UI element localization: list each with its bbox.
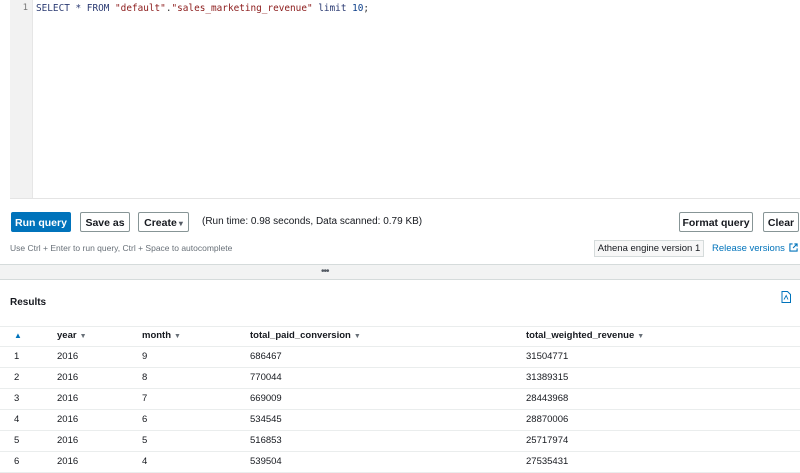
column-header-total-paid-conversion[interactable]: total_paid_conversion ▼: [250, 327, 361, 347]
row-index: 5: [14, 435, 20, 446]
cell-month: 7: [142, 393, 148, 404]
table-row: 5 2016 5 516853 25717974: [0, 431, 800, 452]
cell-month: 8: [142, 372, 148, 383]
cell-total-paid-conversion: 669009: [250, 393, 282, 404]
table-row: 6 2016 4 539504 27535431: [0, 452, 800, 473]
cell-year: 2016: [57, 456, 79, 467]
code-database: "default": [115, 3, 166, 14]
results-heading: Results: [10, 297, 47, 308]
sort-down-icon: ▼: [353, 333, 361, 340]
cell-total-paid-conversion: 770044: [250, 372, 282, 383]
row-index: 1: [14, 351, 20, 362]
table-row: 2 2016 8 770044 31389315: [0, 368, 800, 389]
column-header-label: month: [142, 330, 172, 341]
code-limit: limit: [312, 3, 353, 14]
cell-month: 6: [142, 414, 148, 425]
cell-total-weighted-revenue: 27535431: [526, 456, 569, 467]
table-header-row: ▲ year ▼ month ▼ total_paid_conversion ▼ to…: [0, 327, 800, 347]
row-index: 3: [14, 393, 20, 404]
query-text[interactable]: SELECT * FROM "default"."sales_marketing…: [36, 3, 369, 14]
results-table: ▲ year ▼ month ▼ total_paid_conversion ▼ to…: [0, 326, 800, 473]
run-info: (Run time: 0.98 seconds, Data scanned: 0…: [202, 216, 423, 227]
row-index: 2: [14, 372, 20, 383]
engine-version-badge: Athena engine version 1: [594, 240, 704, 257]
chevron-down-icon: ▾: [178, 219, 183, 228]
row-index: 6: [14, 456, 20, 467]
cell-total-paid-conversion: 516853: [250, 435, 282, 446]
column-header-label: total_paid_conversion: [250, 330, 351, 341]
cell-total-weighted-revenue: 31504771: [526, 351, 569, 362]
cell-total-weighted-revenue: 28443968: [526, 393, 569, 404]
cell-total-paid-conversion: 539504: [250, 456, 282, 467]
column-header-label: total_weighted_revenue: [526, 330, 635, 341]
clear-button[interactable]: Clear: [763, 212, 799, 232]
sort-up-icon[interactable]: ▲: [14, 327, 22, 347]
cell-month: 9: [142, 351, 148, 362]
cell-total-weighted-revenue: 28870006: [526, 414, 569, 425]
cell-year: 2016: [57, 393, 79, 404]
sort-down-icon: ▼: [174, 333, 181, 340]
format-query-button[interactable]: Format query: [679, 212, 753, 232]
cell-year: 2016: [57, 435, 79, 446]
external-link-icon[interactable]: [789, 243, 798, 252]
column-header-total-weighted-revenue[interactable]: total_weighted_revenue ▼: [526, 327, 644, 347]
query-editor[interactable]: 1 SELECT * FROM "default"."sales_marketi…: [10, 0, 800, 199]
save-as-button[interactable]: Save as: [80, 212, 130, 232]
run-query-button[interactable]: Run query: [11, 212, 71, 232]
release-versions-link[interactable]: Release versions: [712, 243, 785, 254]
table-row: 1 2016 9 686467 31504771: [0, 347, 800, 368]
cell-year: 2016: [57, 414, 79, 425]
editor-gutter: 1: [10, 0, 33, 198]
column-header-month[interactable]: month ▼: [142, 327, 181, 347]
cell-total-paid-conversion: 534545: [250, 414, 282, 425]
table-row: 4 2016 6 534545 28870006: [0, 410, 800, 431]
create-button[interactable]: Create ▾: [138, 212, 189, 232]
cell-month: 4: [142, 456, 148, 467]
cell-total-weighted-revenue: 25717974: [526, 435, 569, 446]
row-index: 4: [14, 414, 20, 425]
code-semicolon: ;: [363, 3, 370, 14]
column-header-label: year: [57, 330, 77, 341]
create-button-label: Create: [144, 217, 177, 229]
cell-total-weighted-revenue: 31389315: [526, 372, 569, 383]
sort-down-icon: ▼: [79, 333, 87, 340]
cell-month: 5: [142, 435, 148, 446]
panel-resize-handle[interactable]: •••: [0, 264, 800, 280]
code-limit-value: 10: [352, 3, 364, 14]
line-number: 1: [22, 3, 28, 13]
code-select: SELECT * FROM: [36, 3, 116, 14]
cell-year: 2016: [57, 351, 79, 362]
cell-total-paid-conversion: 686467: [250, 351, 282, 362]
table-row: 3 2016 7 669009 28443968: [0, 389, 800, 410]
code-table: "sales_marketing_revenue": [171, 3, 313, 14]
drag-grip-icon: •••: [321, 266, 329, 277]
shortcut-hint: Use Ctrl + Enter to run query, Ctrl + Sp…: [10, 243, 233, 253]
sort-down-icon: ▼: [637, 333, 645, 340]
cell-year: 2016: [57, 372, 79, 383]
download-icon[interactable]: [781, 291, 791, 303]
column-header-year[interactable]: year ▼: [57, 327, 87, 347]
